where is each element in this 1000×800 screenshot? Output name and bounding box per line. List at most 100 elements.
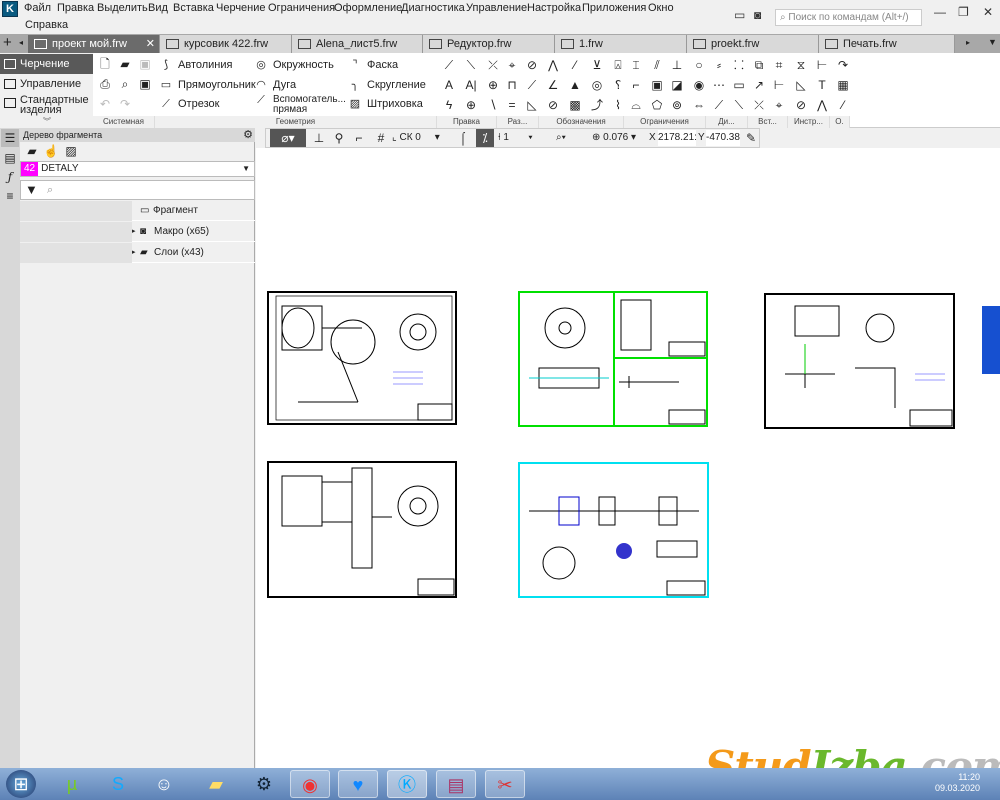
ribbon-tool-icon[interactable]: ↷ [834,56,852,74]
new-file-icon[interactable]: 🗋 [96,55,114,73]
ribbon-tool-icon[interactable]: ⊘ [544,96,562,114]
menu-diagnostics[interactable]: Диагностика [401,0,465,17]
ribbon-tool-icon[interactable]: ⋯ [710,76,728,94]
segment-button[interactable]: ⟋ Отрезок [158,97,219,111]
ribbon-tool-icon[interactable]: ▣ [648,76,666,94]
discord-icon[interactable]: ☺ [144,770,184,798]
menu-file[interactable]: Файл [24,0,51,17]
save-icon[interactable]: ▣ [136,55,154,73]
sheet-1[interactable] [267,291,457,425]
ribbon-tool-icon[interactable]: ◺ [792,76,810,94]
expand-icon[interactable]: ︾ [43,116,51,127]
ribbon-tool-icon[interactable]: A [440,76,458,94]
ribbon-tool-icon[interactable]: ▭ [730,76,748,94]
ribbon-tool-icon[interactable]: ▩ [566,96,584,114]
ribbon-tool-icon[interactable]: ⊕ [462,96,480,114]
preview-icon[interactable]: ⌕ [116,75,134,93]
tab-project[interactable]: проект мой.frw ✕ [28,35,160,53]
tree-icon[interactable]: ☰ [1,129,19,147]
tab-alena[interactable]: Alena_лист5.frw [292,35,423,53]
ribbon-tool-icon[interactable]: = [503,96,521,114]
ribbon-tool-icon[interactable]: ◎ [588,76,606,94]
menu-select[interactable]: Выделить [97,0,148,17]
sheet-2[interactable] [518,291,708,427]
ribbon-tool-icon[interactable]: ⬠ [648,96,666,114]
winrar-icon[interactable]: ▤ [436,770,476,798]
sheet-4[interactable] [267,461,457,598]
ribbon-tool-icon[interactable]: ○ [690,56,708,74]
ribbon-tool-icon[interactable]: ⁄ [566,56,584,74]
start-button[interactable]: ⊞ [6,770,36,798]
kompas-logo-icon[interactable]: K [2,1,18,17]
tab-list-icon[interactable]: ▼ [988,37,997,47]
layer-select[interactable]: 42 DETALY ▼ [20,161,255,177]
ribbon-tool-icon[interactable]: ⋀ [813,96,831,114]
rectangle-button[interactable]: ▭ Прямоугольник [158,78,256,92]
ribbon-tool-icon[interactable]: ⌓ [627,96,645,114]
undo-icon[interactable]: ↶ [96,95,114,113]
ribbon-tool-icon[interactable]: ▲ [566,76,584,94]
y-coordinate-field[interactable]: -470.383 [706,130,740,146]
filter-icon[interactable]: ▼ [25,182,38,197]
ribbon-tool-icon[interactable]: ⧖ [792,56,810,74]
ribbon-tool-icon[interactable]: ⋀ [544,56,562,74]
sheet-3[interactable] [764,293,955,429]
ribbon-tool-icon[interactable]: ⸗ [710,56,728,74]
minimize-button[interactable]: — [934,5,946,19]
ribbon-tool-icon[interactable]: T [813,76,831,94]
ribbon-tool-icon[interactable]: ⊘ [792,96,810,114]
menu-constraints[interactable]: Ограничения [268,0,335,17]
eyedropper-icon[interactable]: ✎ [742,129,760,147]
ribbon-tool-icon[interactable]: ∠ [544,76,562,94]
ribbon-tool-icon[interactable]: ⇔ [690,96,708,114]
point-snap-icon[interactable]: ⌐ [350,129,368,147]
tree-filter[interactable]: ▼ ⌕ [20,180,255,200]
expand-arrow-icon[interactable]: ▸ [132,222,136,242]
ribbon-tool-icon[interactable]: ⌶ [627,56,645,74]
hatch-button[interactable]: ▨ Штриховка [347,97,423,111]
ribbon-tool-icon[interactable]: ⌖ [503,56,521,74]
tab-scroll-left-icon[interactable]: ◂ [19,38,23,47]
menu-manage[interactable]: Управление [466,0,527,17]
line-style-icon[interactable]: ⌠ [454,129,472,147]
ribbon-tool-icon[interactable]: ⁄ [834,96,852,114]
ribbon-tool-icon[interactable]: ◉ [690,76,708,94]
ribbon-tool-icon[interactable]: ⊕ [484,76,502,94]
local-snap-icon[interactable]: ⚲ [330,129,348,147]
ribbon-tool-icon[interactable]: ⌇ [609,96,627,114]
tab-kursovik[interactable]: курсовик 422.frw [160,35,292,53]
ribbon-tool-icon[interactable]: ⫽ [648,56,666,74]
command-search-input[interactable]: ⌕ Поиск по командам (Alt+/) [775,9,922,26]
ribbon-tool-icon[interactable]: ⟋ [523,76,541,94]
ribbon-tool-icon[interactable]: ⊓ [503,76,521,94]
sheet-6-partial[interactable] [982,306,1000,374]
menu-drawing[interactable]: Черчение [216,0,266,17]
ribbon-tool-icon[interactable]: ⸮ [609,76,627,94]
arc-button[interactable]: ◠ Дуга [253,78,296,92]
mode-drawing[interactable]: Черчение [0,54,93,74]
menu-apps[interactable]: Приложения [582,0,646,17]
properties-icon[interactable]: ▤ [1,149,19,167]
ribbon-tool-icon[interactable]: ◪ [668,76,686,94]
tab-scroll-right-icon[interactable]: ▸ [966,38,970,47]
close-button[interactable]: ✕ [983,5,993,19]
gear-icon[interactable]: ⚙ [243,128,253,142]
tab-proekt[interactable]: proekt.frw [687,35,819,53]
screenshot-icon[interactable]: ◙ [754,8,761,22]
menu-settings[interactable]: Настройка [527,0,581,17]
fragment-mode-icon[interactable]: ▰ [23,142,41,160]
menu-help[interactable]: Справка [25,17,68,34]
menu-window[interactable]: Окно [648,0,674,17]
steam-icon[interactable]: ⚙ [244,770,284,798]
ribbon-tool-icon[interactable]: ⌐ [627,76,645,94]
sheet-5[interactable] [518,462,709,598]
restore-button[interactable]: ❐ [958,5,969,19]
snap-button[interactable]: ⌀▾ [270,129,306,147]
ribbon-tool-icon[interactable]: ⟋ [440,56,458,74]
ribbon-tool-icon[interactable]: ⊚ [668,96,686,114]
ribbon-tool-icon[interactable]: ⧉ [750,56,768,74]
menu-format[interactable]: Оформление [334,0,402,17]
mode-manage[interactable]: Управление [0,74,93,94]
ribbon-tool-icon[interactable]: ⊢ [770,76,788,94]
save-as-icon[interactable]: ▣ [136,75,154,93]
